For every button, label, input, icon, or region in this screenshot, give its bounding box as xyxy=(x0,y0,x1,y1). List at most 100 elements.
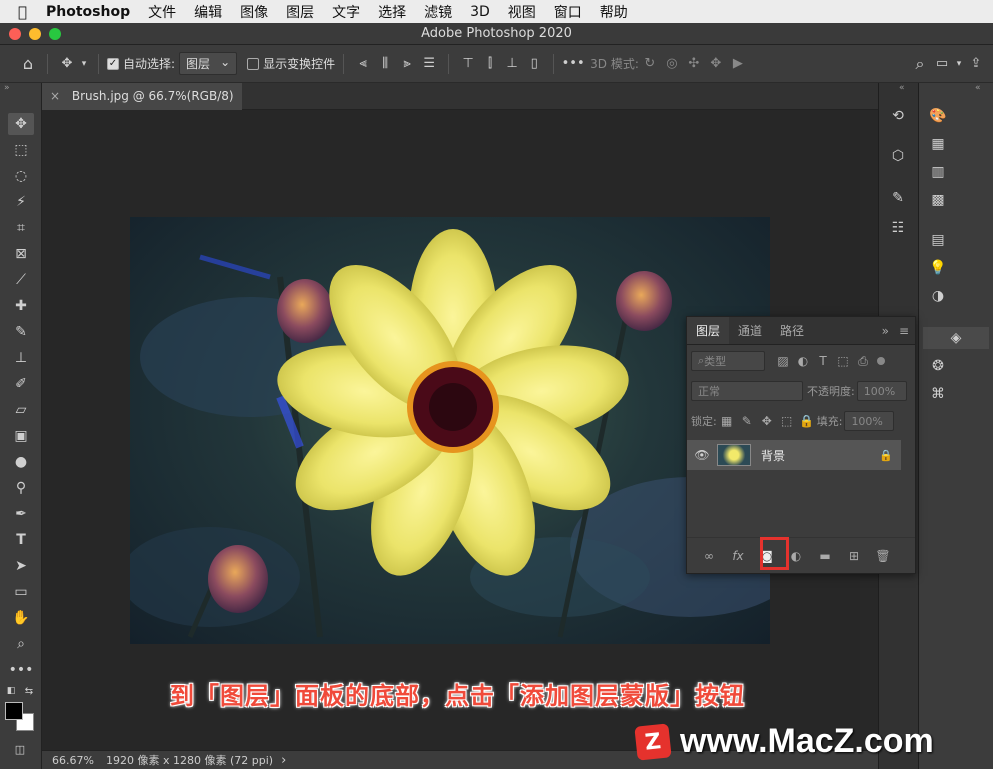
lock-artboard-icon[interactable]: ⬚ xyxy=(777,411,797,431)
distribute-icon[interactable]: ☰ xyxy=(418,53,440,75)
gradients-panel-icon[interactable]: ▥ xyxy=(925,161,951,183)
dodge-tool-icon[interactable]: ⚲ xyxy=(8,477,34,499)
layer-row-background[interactable]: 👁 背景 🔒 xyxy=(687,440,901,470)
menu-edit[interactable]: 编辑 xyxy=(185,2,231,22)
panel-menu-icon[interactable]: ≡ xyxy=(893,317,915,344)
marquee-tool-icon[interactable]: ⬚ xyxy=(8,139,34,161)
lock-position-icon[interactable]: ✥ xyxy=(757,411,777,431)
gradient-tool-icon[interactable]: ▣ xyxy=(8,425,34,447)
home-icon[interactable]: ⌂ xyxy=(17,53,39,75)
history-brush-tool-icon[interactable]: ✐ xyxy=(8,373,34,395)
tab-layers[interactable]: 图层 xyxy=(687,317,730,344)
document-tab[interactable]: × Brush.jpg @ 66.7%(RGB/8) * xyxy=(42,83,242,130)
quick-mask-icon[interactable]: ◫ xyxy=(10,741,30,757)
blend-mode-dropdown[interactable]: 正常 xyxy=(691,381,803,401)
healing-brush-tool-icon[interactable]: ✚ xyxy=(8,295,34,317)
properties-panel-icon[interactable]: ☷ xyxy=(885,217,911,239)
frame-tool-icon[interactable]: ⊠ xyxy=(8,243,34,265)
3d-camera-icon[interactable]: ▶ xyxy=(727,53,749,75)
trash-icon[interactable]: 🗑 xyxy=(873,546,893,566)
filter-pixel-icon[interactable]: ▨ xyxy=(773,351,793,371)
status-menu-icon[interactable]: › xyxy=(273,753,286,768)
align-center-icon[interactable]: ⫼ xyxy=(374,53,396,75)
fx-icon[interactable]: fx xyxy=(728,546,748,566)
lock-transparent-icon[interactable]: ▦ xyxy=(717,411,737,431)
show-transform-checkbox[interactable] xyxy=(247,57,260,70)
learn-panel-icon[interactable]: 💡 xyxy=(925,257,951,279)
apple-icon[interactable]:  xyxy=(0,3,34,21)
close-tab-icon[interactable]: × xyxy=(50,89,60,103)
move-tool-icon[interactable]: ✥ xyxy=(8,113,34,135)
align-left-icon[interactable]: ⫷ xyxy=(352,53,374,75)
document-image[interactable] xyxy=(130,217,770,644)
close-window-button[interactable] xyxy=(9,28,21,40)
type-tool-icon[interactable]: T xyxy=(8,529,34,551)
align-right-icon[interactable]: ⫸ xyxy=(396,53,418,75)
3d-panel-icon[interactable]: ⬡ xyxy=(885,145,911,167)
3d-roll-icon[interactable]: ◎ xyxy=(661,53,683,75)
menu-select[interactable]: 选择 xyxy=(369,2,415,22)
align-middle-icon[interactable]: ⫿ xyxy=(479,53,501,75)
align-bottom-icon[interactable]: ⊥ xyxy=(501,53,523,75)
libraries-panel-icon[interactable]: ▤ xyxy=(925,229,951,251)
rectangle-tool-icon[interactable]: ▭ xyxy=(8,581,34,603)
chevron-down-icon[interactable]: ▾ xyxy=(953,59,965,69)
blur-tool-icon[interactable]: ● xyxy=(8,451,34,473)
filter-type-icon[interactable]: T xyxy=(813,351,833,371)
collapse-panel-icon[interactable]: » xyxy=(878,317,893,344)
3d-orbit-icon[interactable]: ↻ xyxy=(639,53,661,75)
channels-panel-icon[interactable]: ❂ xyxy=(925,355,951,377)
auto-select-target-dropdown[interactable]: 图层 ⌄ xyxy=(179,52,238,75)
menu-file[interactable]: 文件 xyxy=(139,2,185,22)
tab-channels[interactable]: 通道 xyxy=(729,317,771,344)
filter-adjustment-icon[interactable]: ◐ xyxy=(793,351,813,371)
path-selection-tool-icon[interactable]: ➤ xyxy=(8,555,34,577)
search-icon[interactable]: ⌕ xyxy=(909,53,931,75)
layer-filter-dropdown[interactable]: ⌕ 类型 xyxy=(691,351,765,371)
filter-shape-icon[interactable]: ⬚ xyxy=(833,351,853,371)
tab-paths[interactable]: 路径 xyxy=(771,317,813,344)
swatches-panel-icon[interactable]: ▦ xyxy=(925,133,951,155)
color-panel-icon[interactable]: 🎨 xyxy=(925,105,951,127)
history-panel-icon[interactable]: ⟲ xyxy=(885,105,911,127)
more-options-icon[interactable]: ••• xyxy=(562,53,585,75)
share-icon[interactable]: ⇪ xyxy=(965,53,987,75)
new-layer-icon[interactable]: ⊞ xyxy=(844,546,864,566)
workspace-icon[interactable]: ▭ xyxy=(931,53,953,75)
expand-panels-icon[interactable]: « xyxy=(899,83,905,93)
pen-tool-icon[interactable]: ✒ xyxy=(8,503,34,525)
distribute-vertical-icon[interactable]: ▯ xyxy=(523,53,545,75)
eraser-tool-icon[interactable]: ▱ xyxy=(8,399,34,421)
opacity-field[interactable]: 100% xyxy=(856,381,907,401)
patterns-panel-icon[interactable]: ▩ xyxy=(925,189,951,211)
zoom-level[interactable]: 66.67% xyxy=(42,754,102,767)
fill-field[interactable]: 100% xyxy=(844,411,895,431)
eyedropper-tool-icon[interactable]: ⟋ xyxy=(8,269,34,291)
brush-tool-icon[interactable]: ✎ xyxy=(8,321,34,343)
3d-slide-icon[interactable]: ✥ xyxy=(705,53,727,75)
auto-select-checkbox[interactable]: ✓ xyxy=(107,57,119,70)
hand-tool-icon[interactable]: ✋ xyxy=(8,607,34,629)
menu-help[interactable]: 帮助 xyxy=(591,2,637,22)
filter-toggle[interactable] xyxy=(877,357,885,365)
adjustments-panel-icon[interactable]: ◑ xyxy=(925,285,951,307)
filter-smart-object-icon[interactable]: ⎙ xyxy=(853,351,873,371)
link-layers-icon[interactable]: ∞ xyxy=(699,546,719,566)
menu-3d[interactable]: 3D xyxy=(461,4,499,20)
lock-all-icon[interactable]: 🔒 xyxy=(797,411,817,431)
menu-app-name[interactable]: Photoshop xyxy=(34,4,139,20)
minimize-window-button[interactable] xyxy=(29,28,41,40)
maximize-window-button[interactable] xyxy=(49,28,61,40)
group-folder-icon[interactable]: ▬ xyxy=(815,546,835,566)
menu-layer[interactable]: 图层 xyxy=(277,2,323,22)
menu-image[interactable]: 图像 xyxy=(231,2,277,22)
brush-settings-icon[interactable]: ✎ xyxy=(885,187,911,209)
adjustment-layer-icon[interactable]: ◐ xyxy=(786,546,806,566)
zoom-tool-icon[interactable]: ⌕ xyxy=(8,633,34,655)
layers-panel-icon[interactable]: ◈ xyxy=(923,327,989,349)
eye-icon[interactable]: 👁 xyxy=(687,448,717,462)
menu-type[interactable]: 文字 xyxy=(323,2,369,22)
menu-filter[interactable]: 滤镜 xyxy=(415,2,461,22)
align-top-icon[interactable]: ⊤ xyxy=(457,53,479,75)
chevron-down-icon[interactable]: ▾ xyxy=(78,59,90,69)
